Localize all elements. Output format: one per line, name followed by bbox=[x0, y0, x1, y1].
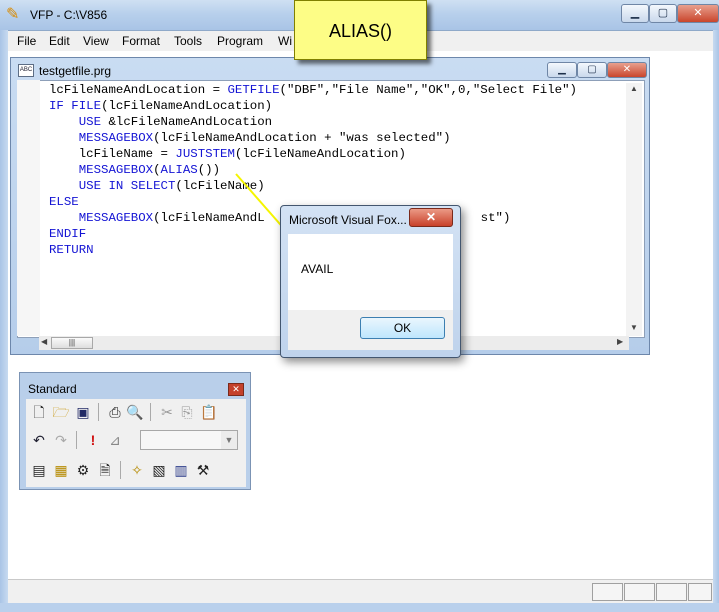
command-window-icon[interactable]: ▤ bbox=[30, 461, 48, 479]
run-icon[interactable]: ! bbox=[84, 431, 102, 449]
cut-icon[interactable]: ✂ bbox=[158, 403, 176, 421]
toolbar-title: Standard bbox=[28, 382, 77, 396]
code-window-icon[interactable]: 🗎 bbox=[96, 461, 114, 479]
new-icon[interactable]: 🗋 bbox=[30, 403, 48, 421]
redo-icon[interactable]: ↷ bbox=[52, 431, 70, 449]
form-designer-icon[interactable]: ▧ bbox=[150, 461, 168, 479]
ok-button[interactable]: OK bbox=[360, 317, 445, 339]
toolbar-separator bbox=[76, 431, 77, 449]
status-panel bbox=[624, 583, 655, 601]
status-bar bbox=[8, 579, 713, 604]
standard-toolbar: Standard ✕ 🗋 🗁 ▣ ⎙ 🔍 ✂ ⎘ 📋 ↶ ↷ ! ⊿ ▼ ▤ ▦… bbox=[19, 372, 251, 490]
open-icon[interactable]: 🗁 bbox=[52, 403, 70, 421]
save-icon[interactable]: ▣ bbox=[74, 403, 92, 421]
toolbar-separator bbox=[98, 403, 99, 421]
toolbar-separator bbox=[120, 461, 121, 479]
status-panel bbox=[656, 583, 687, 601]
modify-form-icon[interactable]: ⊿ bbox=[106, 431, 124, 449]
undo-icon[interactable]: ↶ bbox=[30, 431, 48, 449]
status-panel bbox=[688, 583, 712, 601]
tools-icon[interactable]: ⚒ bbox=[194, 461, 212, 479]
dialog-close-button[interactable]: ✕ bbox=[409, 208, 453, 227]
callout-label: ALIAS() bbox=[328, 21, 393, 41]
dialog-body: AVAIL OK bbox=[288, 234, 453, 350]
annotation-callout: ALIAS() bbox=[294, 0, 427, 60]
window-frame-bottom bbox=[0, 603, 719, 612]
dialog-message: AVAIL bbox=[301, 262, 334, 276]
report-designer-icon[interactable]: ▥ bbox=[172, 461, 190, 479]
paste-icon[interactable]: 📋 bbox=[200, 403, 218, 421]
messagebox-dialog: Microsoft Visual Fox... ✕ AVAIL OK bbox=[280, 205, 461, 358]
properties-icon[interactable]: ⚙ bbox=[74, 461, 92, 479]
print-preview-icon[interactable]: 🔍 bbox=[126, 403, 144, 421]
wizards-icon[interactable]: ✧ bbox=[128, 461, 146, 479]
dialog-title: Microsoft Visual Fox... bbox=[289, 213, 407, 227]
copy-icon[interactable]: ⎘ bbox=[178, 403, 196, 421]
toolbar-separator bbox=[150, 403, 151, 421]
print-icon[interactable]: ⎙ bbox=[106, 403, 124, 421]
status-panel bbox=[592, 583, 623, 601]
chevron-down-icon[interactable]: ▼ bbox=[221, 431, 237, 449]
view-window-icon[interactable]: ▦ bbox=[52, 461, 70, 479]
toolbar-body: 🗋 🗁 ▣ ⎙ 🔍 ✂ ⎘ 📋 ↶ ↷ ! ⊿ ▼ ▤ ▦ ⚙ 🗎 ✧ ▧ ▥ … bbox=[26, 399, 246, 487]
toolbar-close-button[interactable]: ✕ bbox=[228, 383, 244, 396]
database-combo[interactable]: ▼ bbox=[140, 430, 238, 450]
